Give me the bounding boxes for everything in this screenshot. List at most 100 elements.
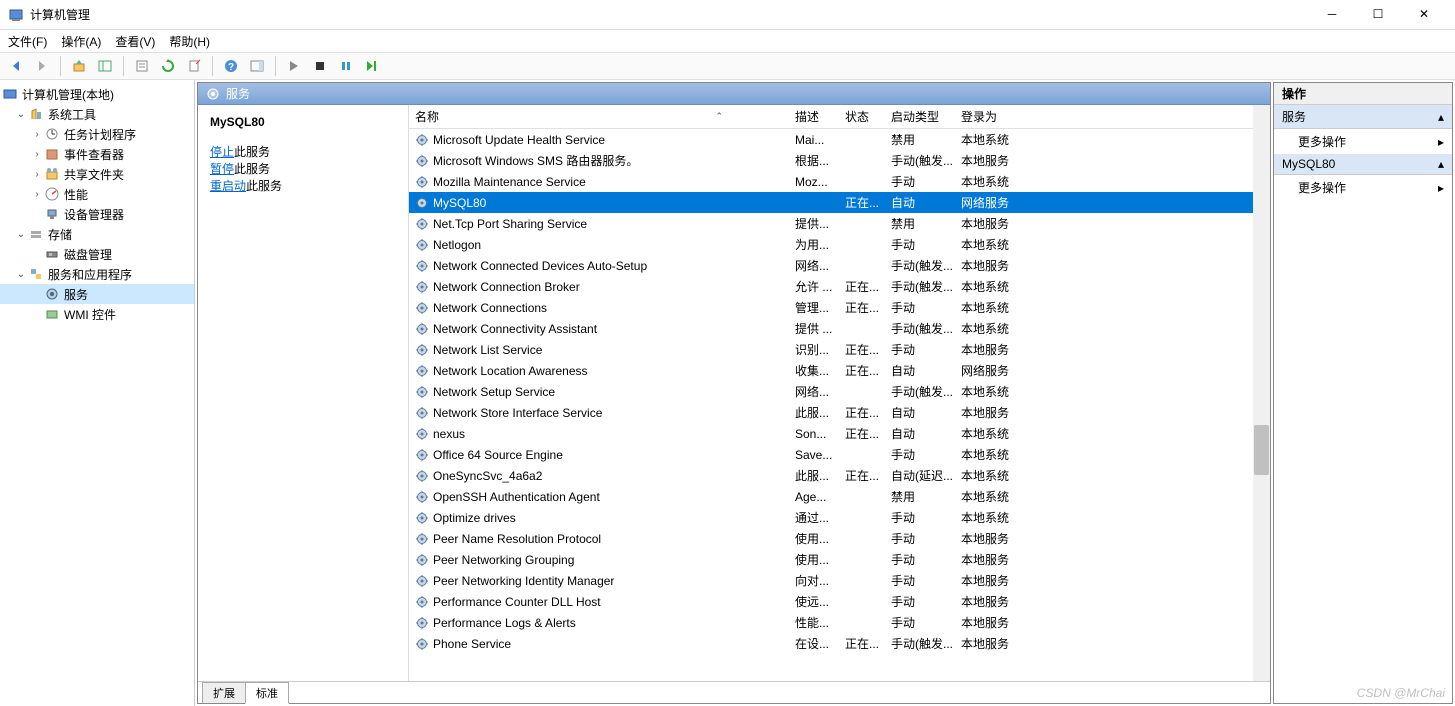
view-tabs: 扩展 标准 [198,681,1270,703]
action-pane-button[interactable] [245,54,269,78]
service-row[interactable]: Network Connectivity Assistant提供 ...手动(触… [409,318,1270,339]
service-row[interactable]: Performance Logs & Alerts性能...手动本地服务 [409,612,1270,633]
service-row[interactable]: Mozilla Maintenance ServiceMoz...手动本地系统 [409,171,1270,192]
tree-storage[interactable]: ⌄存储 [0,224,194,244]
pause-link[interactable]: 暂停 [210,162,234,176]
selected-service-name: MySQL80 [210,115,396,129]
stop-button[interactable] [308,54,332,78]
menu-help[interactable]: 帮助(H) [169,33,210,50]
service-row[interactable]: Performance Counter DLL Host使远...手动本地服务 [409,591,1270,612]
column-name[interactable]: 名称⌃ [409,105,789,128]
service-row[interactable]: Network Location Awareness收集...正在...自动网络… [409,360,1270,381]
tree-sharedfolders[interactable]: ›共享文件夹 [0,164,194,184]
minimize-button[interactable]: ─ [1309,1,1355,29]
title-bar: 计算机管理 ─ ☐ ✕ [0,0,1455,30]
gear-icon [415,217,429,231]
watermark: CSDN @MrChai [1357,686,1445,700]
service-row[interactable]: Network Store Interface Service此服...正在..… [409,402,1270,423]
menu-file[interactable]: 文件(F) [8,33,47,50]
gear-icon [415,469,429,483]
service-row[interactable]: Microsoft Windows SMS 路由器服务。根据...手动(触发..… [409,150,1270,171]
list-header[interactable]: 名称⌃ 描述 状态 启动类型 登录为 [409,105,1270,129]
gear-icon [415,280,429,294]
service-row[interactable]: Network List Service识别...正在...手动本地服务 [409,339,1270,360]
service-row[interactable]: Optimize drives通过...手动本地系统 [409,507,1270,528]
gear-icon [415,574,429,588]
column-startup[interactable]: 启动类型 [885,105,955,128]
service-row[interactable]: Office 64 Source EngineSave...手动本地系统 [409,444,1270,465]
gear-icon [415,301,429,315]
center-header: 服务 [198,83,1270,105]
actions-pane: 操作 服务▴ 更多操作▸ MySQL80▴ 更多操作▸ [1273,82,1453,704]
up-button[interactable] [67,54,91,78]
tree-scheduler[interactable]: ›任务计划程序 [0,124,194,144]
service-list[interactable]: 名称⌃ 描述 状态 启动类型 登录为 Microsoft Update Heal… [408,105,1270,681]
tree-services-apps[interactable]: ⌄服务和应用程序 [0,264,194,284]
actions-header: 操作 [1274,83,1452,105]
window-title: 计算机管理 [30,6,1309,23]
refresh-button[interactable] [156,54,180,78]
restart-button[interactable] [360,54,384,78]
actions-section-selected[interactable]: MySQL80▴ [1274,154,1452,175]
service-row[interactable]: Network Connection Broker允许 ...正在...手动(触… [409,276,1270,297]
column-description[interactable]: 描述 [789,105,839,128]
restart-link[interactable]: 重启动 [210,179,246,193]
tab-standard[interactable]: 标准 [245,682,289,704]
gear-icon [415,532,429,546]
scroll-thumb[interactable] [1254,425,1269,475]
show-hide-button[interactable] [93,54,117,78]
chevron-right-icon: ▸ [1438,135,1444,149]
actions-more-1[interactable]: 更多操作▸ [1274,129,1452,154]
collapse-icon: ▴ [1438,157,1444,171]
gear-icon [415,448,429,462]
service-row[interactable]: Network Connections管理...正在...手动本地系统 [409,297,1270,318]
pause-button[interactable] [334,54,358,78]
properties-button[interactable] [130,54,154,78]
gear-icon [415,595,429,609]
gear-icon [415,196,429,210]
service-row[interactable]: Netlogon为用...手动本地系统 [409,234,1270,255]
gear-icon [415,427,429,441]
service-row[interactable]: Microsoft Update Health ServiceMai...禁用本… [409,129,1270,150]
tree-systools[interactable]: ⌄系统工具 [0,104,194,124]
tab-extended[interactable]: 扩展 [202,682,246,703]
service-row[interactable]: Peer Name Resolution Protocol使用...手动本地服务 [409,528,1270,549]
app-icon [8,7,24,23]
maximize-button[interactable]: ☐ [1355,1,1401,29]
help-button[interactable]: ? [219,54,243,78]
service-row[interactable]: MySQL80正在...自动网络服务 [409,192,1270,213]
service-row[interactable]: Network Setup Service网络...手动(触发...本地系统 [409,381,1270,402]
gear-icon [415,385,429,399]
service-row[interactable]: Phone Service在设...正在...手动(触发...本地服务 [409,633,1270,654]
service-row[interactable]: Peer Networking Grouping使用...手动本地服务 [409,549,1270,570]
menu-action[interactable]: 操作(A) [61,33,101,50]
tree-eventviewer[interactable]: ›事件查看器 [0,144,194,164]
navigation-tree[interactable]: 计算机管理(本地) ⌄系统工具 ›任务计划程序 ›事件查看器 ›共享文件夹 ›性… [0,80,195,706]
service-row[interactable]: Net.Tcp Port Sharing Service提供...禁用本地服务 [409,213,1270,234]
tree-diskmgmt[interactable]: 磁盘管理 [0,244,194,264]
play-button[interactable] [282,54,306,78]
gear-icon [415,343,429,357]
close-button[interactable]: ✕ [1401,1,1447,29]
scrollbar[interactable] [1253,105,1270,681]
gear-icon [415,637,429,651]
service-row[interactable]: Peer Networking Identity Manager向对...手动本… [409,570,1270,591]
actions-section-services[interactable]: 服务▴ [1274,105,1452,129]
forward-button[interactable] [30,54,54,78]
tree-services[interactable]: 服务 [0,284,194,304]
column-status[interactable]: 状态 [839,105,885,128]
tree-performance[interactable]: ›性能 [0,184,194,204]
menu-view[interactable]: 查看(V) [115,33,155,50]
service-row[interactable]: nexusSon...正在...自动本地系统 [409,423,1270,444]
service-row[interactable]: OpenSSH Authentication AgentAge...禁用本地系统 [409,486,1270,507]
tree-devmgr[interactable]: 设备管理器 [0,204,194,224]
service-row[interactable]: Network Connected Devices Auto-Setup网络..… [409,255,1270,276]
service-row[interactable]: OneSyncSvc_4a6a2此服...正在...自动(延迟...本地系统 [409,465,1270,486]
export-button[interactable] [182,54,206,78]
stop-link[interactable]: 停止 [210,145,234,159]
tree-root[interactable]: 计算机管理(本地) [0,84,194,104]
tree-wmi[interactable]: WMI 控件 [0,304,194,324]
column-logon[interactable]: 登录为 [955,105,1045,128]
actions-more-2[interactable]: 更多操作▸ [1274,175,1452,200]
back-button[interactable] [4,54,28,78]
